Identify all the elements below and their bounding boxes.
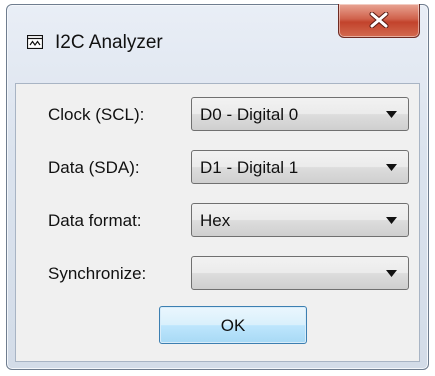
clock-row: Clock (SCL): D0 - Digital 0 [16,97,419,133]
ok-button-label: OK [220,316,246,335]
dropdown-arrow-icon [386,217,397,224]
title-bar[interactable]: I2C Analyzer [7,4,428,83]
analyzer-window-icon [26,34,44,50]
data-format-label: Data format: [48,211,142,230]
synchronize-select[interactable] [191,256,409,290]
data-select[interactable]: D1 - Digital 1 [191,150,409,184]
data-row: Data (SDA): D1 - Digital 1 [16,150,419,186]
data-label: Data (SDA): [48,158,140,177]
window-title: I2C Analyzer [55,32,163,53]
synchronize-label: Synchronize: [48,264,147,283]
data-format-select[interactable]: Hex [191,203,409,237]
close-x-icon [369,12,389,28]
clock-select[interactable]: D0 - Digital 0 [191,97,409,131]
dropdown-arrow-icon [386,111,397,118]
data-format-select-value: Hex [200,211,231,230]
i2c-analyzer-dialog: I2C Analyzer Clock (SCL): D0 - Digital 0… [6,4,429,370]
dropdown-arrow-icon [386,164,397,171]
data-select-value: D1 - Digital 1 [200,158,299,177]
dropdown-arrow-icon [386,270,397,277]
clock-select-value: D0 - Digital 0 [200,105,299,124]
data-format-row: Data format: Hex [16,203,419,239]
clock-label: Clock (SCL): [48,105,145,124]
synchronize-row: Synchronize: [16,256,419,292]
ok-button[interactable]: OK [159,306,307,344]
close-button[interactable] [338,4,420,38]
dialog-content: Clock (SCL): D0 - Digital 0 Data (SDA): … [15,83,420,362]
